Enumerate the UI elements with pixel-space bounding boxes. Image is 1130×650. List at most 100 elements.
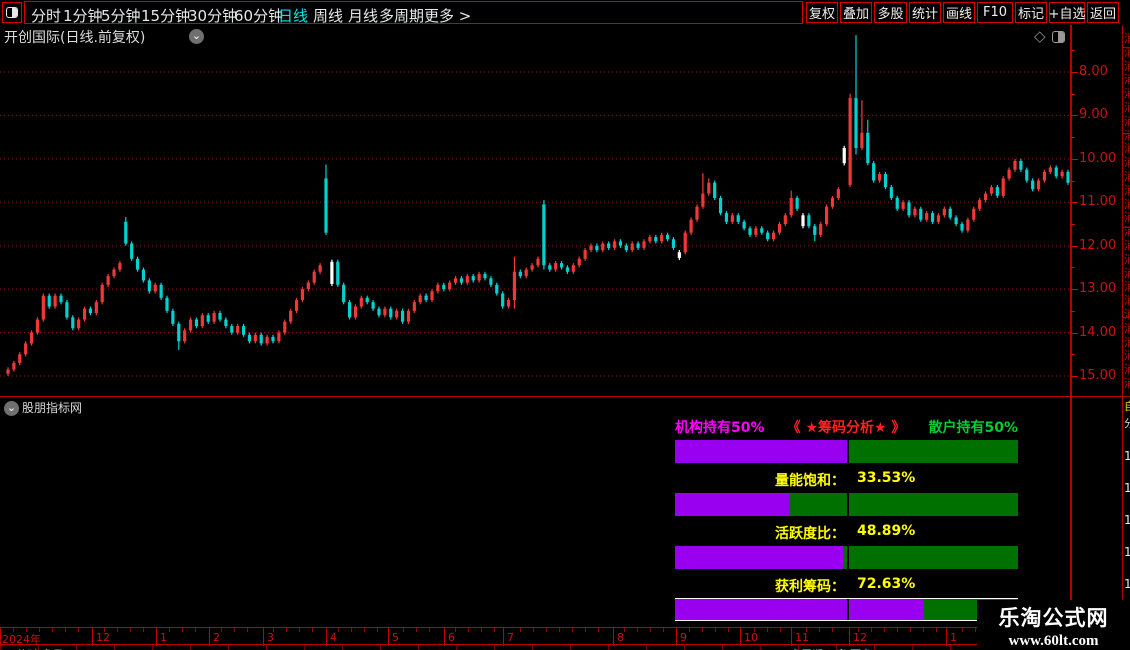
period-tab-11[interactable]: 更多 > xyxy=(424,5,471,26)
toolbar-button-多股[interactable]: 多股 xyxy=(874,2,907,23)
bottom-bar-text-clipped: 分时 多日 xyxy=(16,646,64,650)
candle-body xyxy=(866,132,870,164)
bottom-bar-cell-divider xyxy=(152,646,153,650)
week-tick xyxy=(338,628,339,632)
candle-body xyxy=(972,208,976,220)
candle-body xyxy=(925,213,929,220)
y-axis-tick xyxy=(1071,158,1078,160)
period-menu: 分时 1分钟 5分钟 15分钟 30分钟 60分钟 日线 周线 月线 多周期 更多 > xyxy=(24,1,803,26)
candle-body xyxy=(1036,180,1041,190)
candle-body xyxy=(236,326,240,333)
toolbar-button-画线[interactable]: 画线 xyxy=(943,2,975,23)
candle-body xyxy=(188,319,193,331)
toolbar-button-统计[interactable]: 统计 xyxy=(909,2,941,23)
price-axis-line xyxy=(1070,25,1072,645)
period-tab-9[interactable]: 月线 xyxy=(348,5,378,26)
candle-body xyxy=(936,215,941,222)
candle-body xyxy=(489,278,493,285)
candle-body xyxy=(948,208,952,218)
week-tick xyxy=(65,628,66,632)
bottom-toolbar-clipped[interactable]: 分时 多日 多周期 窗更多 xyxy=(0,646,1130,650)
candle-body xyxy=(24,343,28,355)
candle-body xyxy=(654,237,658,242)
period-tab-6[interactable]: 60分钟 xyxy=(234,5,283,26)
bottom-bar-cell-divider xyxy=(912,646,913,650)
candle-body xyxy=(153,284,157,292)
y-axis-label: 12.00 xyxy=(1079,237,1117,253)
y-axis-label: 8.00 xyxy=(1079,63,1108,79)
indicator-name[interactable]: 股朋指标网 xyxy=(22,399,82,416)
period-tab-4[interactable]: 15分钟 xyxy=(141,5,190,26)
candle-body xyxy=(206,315,210,322)
month-label: 4 xyxy=(330,631,337,644)
candle-body xyxy=(636,243,640,248)
candle-body xyxy=(795,197,799,209)
y-axis-label: 13.00 xyxy=(1079,281,1117,297)
candle-body xyxy=(665,234,670,240)
week-tick xyxy=(286,628,287,632)
indicator-chevron-down-icon[interactable]: ⌄ xyxy=(4,401,19,416)
month-label: 1 xyxy=(160,631,167,644)
candle-body xyxy=(406,310,411,322)
candle-body xyxy=(577,258,581,266)
strip-divider xyxy=(1123,47,1130,48)
candle-body xyxy=(200,315,204,327)
period-tab-5[interactable]: 30分钟 xyxy=(188,5,237,26)
month-label: 10 xyxy=(744,631,758,644)
candle-body xyxy=(671,239,676,248)
metric-label-1: 量能饱和： xyxy=(775,473,845,489)
candle-body xyxy=(1060,171,1064,177)
candle-body xyxy=(830,197,835,207)
week-tick xyxy=(468,628,469,632)
period-tab-3[interactable]: 5分钟 xyxy=(101,5,141,26)
candle-body xyxy=(860,132,864,148)
chip-analysis-title: 《 ★筹码分析★ 》 xyxy=(786,420,906,436)
candle-body xyxy=(141,269,146,281)
watchlist-tab-clipped[interactable]: 自 xyxy=(1124,398,1130,414)
y-axis-tick xyxy=(1071,223,1075,225)
period-tab-7[interactable]: 日线 xyxy=(278,5,308,26)
period-tab-1[interactable]: 分时 xyxy=(31,5,61,26)
period-tab-8[interactable]: 周线 xyxy=(313,5,343,26)
candle-body xyxy=(212,313,216,322)
period-tab-10[interactable]: 多周期 xyxy=(379,5,424,26)
candle-body xyxy=(88,308,93,314)
candle-body xyxy=(300,289,305,300)
toolbar-button-叠加[interactable]: 叠加 xyxy=(840,2,872,23)
month-label: 3 xyxy=(267,631,274,644)
toolbar-button-复权[interactable]: 复权 xyxy=(806,2,838,23)
candle-body xyxy=(530,265,534,270)
y-axis-tick xyxy=(1071,310,1075,312)
watchlist-strip-clipped[interactable]: 消消消消消消消消消消消消消消消消消消消消消消消消消消自分1111111 xyxy=(1122,25,1130,645)
week-tick xyxy=(351,628,352,632)
period-tab-2[interactable]: 1分钟 xyxy=(63,5,103,26)
y-axis-tick xyxy=(1071,50,1075,52)
week-tick xyxy=(195,628,196,632)
toolbar-button-+自选[interactable]: +自选 xyxy=(1049,2,1085,23)
candle-body xyxy=(930,213,935,222)
toolbar-button-F10[interactable]: F10 xyxy=(977,2,1013,23)
bottom-bar-cell-divider xyxy=(266,646,267,650)
bottom-bar-text-clipped: 更多 xyxy=(850,646,872,650)
candle-body xyxy=(819,223,823,235)
y-axis-tick xyxy=(1071,180,1075,182)
watchlist-price-clipped: 1 xyxy=(1124,513,1130,527)
week-tick xyxy=(143,628,144,632)
candle-body xyxy=(347,302,352,318)
layout-toggle-button[interactable] xyxy=(2,2,22,23)
toolbar-button-返回[interactable]: 返回 xyxy=(1087,2,1119,23)
watermark-url: www.60lt.com xyxy=(1008,633,1099,649)
week-tick xyxy=(546,628,547,632)
week-tick xyxy=(377,628,378,632)
candle-body xyxy=(895,197,899,209)
candle-body xyxy=(713,182,717,198)
week-tick xyxy=(182,628,183,632)
week-tick xyxy=(78,628,79,632)
candlestick-chart[interactable] xyxy=(0,25,1071,396)
candle-body xyxy=(995,187,999,196)
candle-body xyxy=(760,228,764,233)
toolbar-button-标记[interactable]: 标记 xyxy=(1015,2,1047,23)
candle-body xyxy=(718,197,723,214)
month-gridline xyxy=(326,628,327,646)
candle-body xyxy=(1019,161,1023,170)
